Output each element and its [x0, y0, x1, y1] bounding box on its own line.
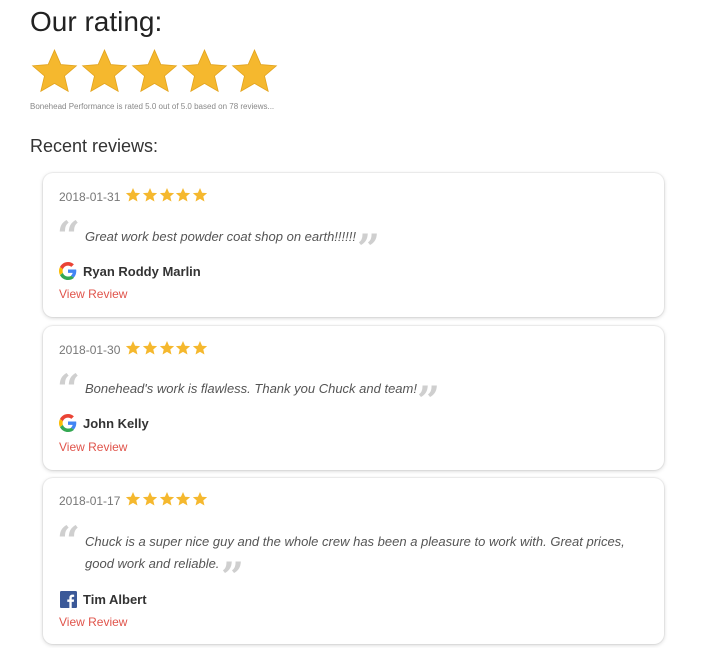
google-icon	[59, 414, 77, 432]
open-quote-icon: “	[57, 366, 81, 413]
recent-reviews-heading: Recent reviews:	[30, 136, 159, 156]
star-icon	[125, 188, 141, 202]
overall-rating-stars	[30, 47, 280, 97]
review-date: 2018-01-30	[59, 343, 121, 357]
author-name: Tim Albert	[83, 591, 147, 607]
star-icon	[231, 49, 278, 93]
star-icon	[31, 49, 78, 93]
rating-summary: Bonehead Performance is rated 5.0 out of…	[30, 102, 275, 111]
star-icon	[159, 341, 174, 355]
star-icon	[142, 341, 157, 355]
google-icon	[59, 262, 77, 280]
review-text-line: good work and reliable.	[85, 556, 220, 571]
star-icon	[125, 341, 141, 355]
close-quote-icon: ”	[221, 554, 245, 601]
review-author: John Kelly	[59, 414, 149, 432]
review-text: Chuck is a super nice guy and the whole …	[85, 531, 625, 575]
view-review-link[interactable]: View Review	[59, 615, 127, 629]
star-icon	[193, 341, 208, 355]
star-icon	[193, 188, 208, 202]
star-icon	[142, 492, 157, 506]
star-icon	[81, 49, 128, 93]
review-card: 2018-01-17 “ Chuck is a super nice guy a…	[43, 478, 664, 644]
star-icon	[181, 49, 228, 93]
star-icon	[176, 341, 191, 355]
review-stars	[125, 491, 209, 507]
review-card: 2018-01-30 “ Bonehead's work is flawless…	[43, 326, 664, 470]
star-icon	[176, 492, 191, 506]
view-review-link[interactable]: View Review	[59, 287, 127, 301]
close-quote-icon: ”	[417, 378, 441, 425]
review-card: 2018-01-31 “ Great work best powder coat…	[43, 173, 664, 317]
review-author: Tim Albert	[59, 590, 147, 608]
page-title: Our rating:	[30, 6, 163, 37]
review-stars	[125, 340, 209, 356]
close-quote-icon: ”	[357, 226, 381, 273]
review-author: Ryan Roddy Marlin	[59, 262, 201, 280]
review-text-line: Chuck is a super nice guy and the whole …	[85, 534, 625, 549]
review-date: 2018-01-17	[59, 494, 121, 508]
star-icon	[131, 49, 178, 93]
author-name: Ryan Roddy Marlin	[83, 263, 201, 279]
review-text: Bonehead's work is flawless. Thank you C…	[85, 381, 417, 396]
review-text: Great work best powder coat shop on eart…	[85, 229, 356, 244]
star-icon	[159, 492, 174, 506]
review-date: 2018-01-31	[59, 190, 121, 204]
review-stars	[125, 187, 209, 203]
star-icon	[193, 492, 208, 506]
facebook-icon	[59, 590, 77, 608]
star-icon	[142, 188, 157, 202]
open-quote-icon: “	[57, 518, 81, 565]
star-icon	[159, 188, 174, 202]
star-icon	[125, 492, 141, 506]
star-icon	[176, 188, 191, 202]
open-quote-icon: “	[57, 213, 81, 260]
view-review-link[interactable]: View Review	[59, 440, 127, 454]
author-name: John Kelly	[83, 415, 149, 431]
